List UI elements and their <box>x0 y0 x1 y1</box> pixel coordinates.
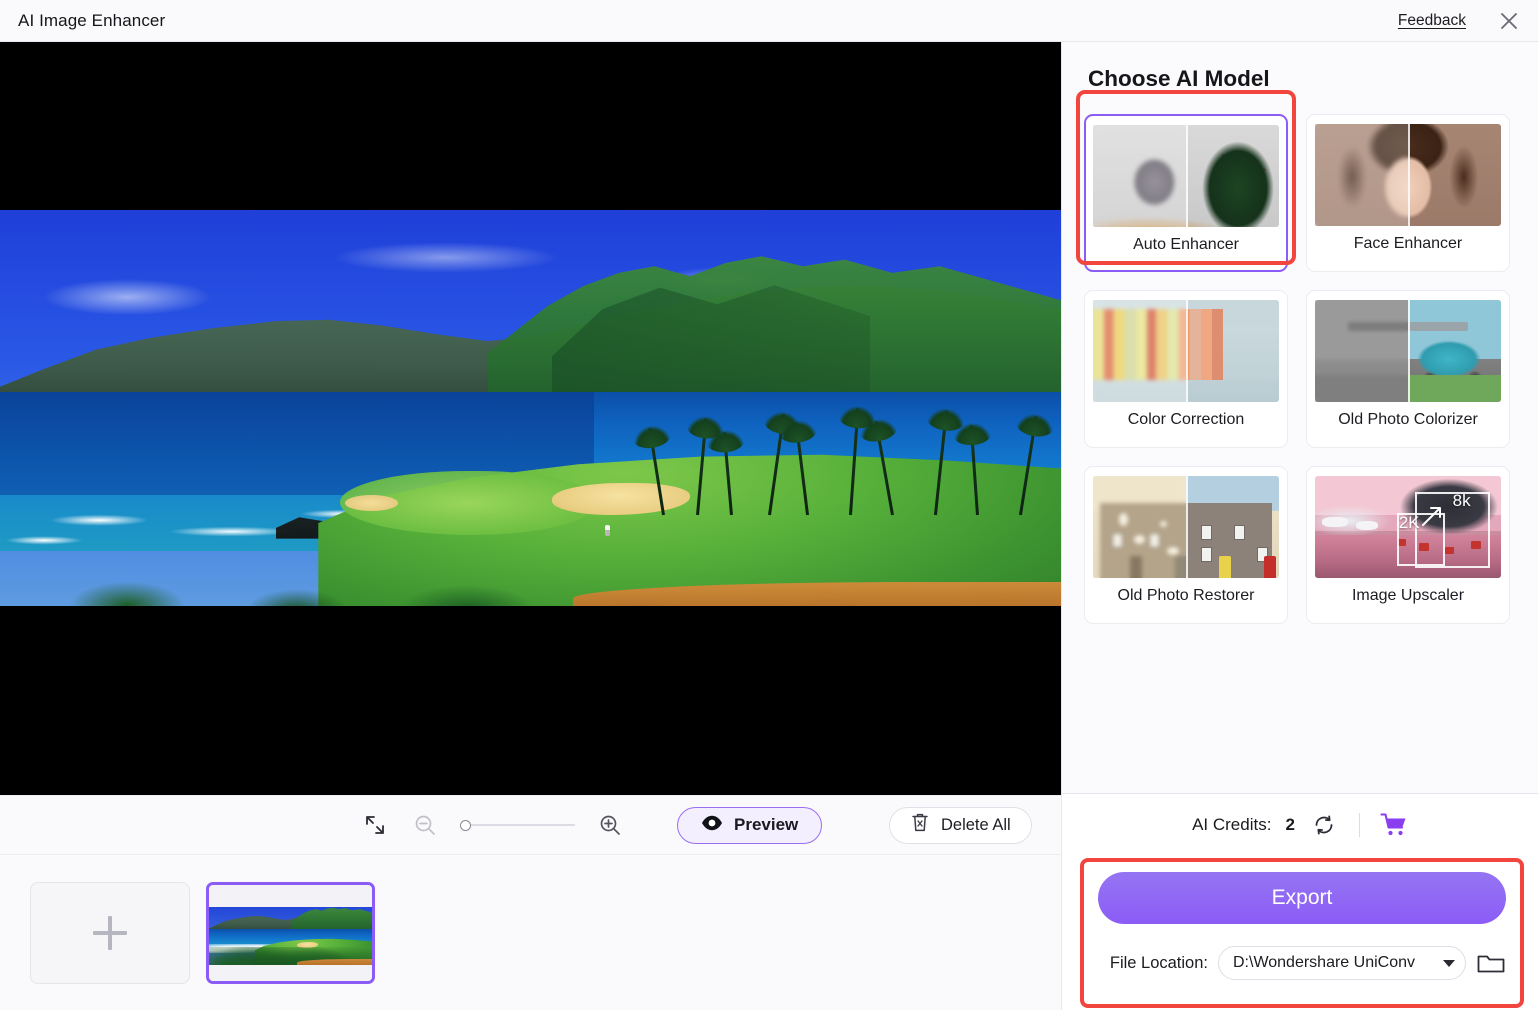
preview-button[interactable]: Preview <box>677 806 823 844</box>
model-thumbnail-colorful-town <box>1093 300 1279 402</box>
title-bar-actions: Feedback <box>1398 6 1524 36</box>
thumbnail-strip <box>0 855 1061 1010</box>
file-location-row: File Location: D:\Wondershare UniConv <box>1098 946 1506 980</box>
model-grid: Auto Enhancer Face Enhancer Color Correc… <box>1084 114 1516 624</box>
zoom-slider[interactable] <box>460 818 575 832</box>
model-card-auto-enhancer[interactable]: Auto Enhancer <box>1084 114 1288 272</box>
zoom-controls: Preview <box>360 806 823 844</box>
chevron-down-icon[interactable] <box>1443 959 1455 967</box>
add-image-button[interactable] <box>30 881 190 984</box>
page-title: Choose AI Model <box>1088 66 1270 91</box>
model-thumbnail-cat-christmas-tree <box>1093 125 1279 227</box>
credits-row: AI Credits: 2 <box>1062 794 1538 856</box>
model-thumbnail-woman-portrait <box>1315 124 1501 226</box>
models-area: Choose AI Model Auto Enhancer Face Enhan… <box>1062 42 1538 793</box>
zoom-slider-handle[interactable] <box>460 819 471 831</box>
file-location-value: D:\Wondershare UniConv <box>1233 954 1416 971</box>
main-body: Preview Delete All Choose AI Model Auto … <box>0 42 1538 1010</box>
model-thumbnail-snowy-village: 2K 8k <box>1315 476 1501 578</box>
export-button[interactable]: Export <box>1098 872 1506 924</box>
refresh-icon[interactable] <box>1309 810 1339 840</box>
model-label-color-correction: Color Correction <box>1127 411 1245 428</box>
model-card-face-enhancer[interactable]: Face Enhancer <box>1306 114 1510 272</box>
preview-button-label: Preview <box>734 815 799 834</box>
model-thumbnail-vintage-beetle-car <box>1315 300 1501 402</box>
canvas-toolbar: Preview Delete All <box>0 795 1061 855</box>
thumbnail-image <box>209 906 372 965</box>
divider <box>1358 813 1360 837</box>
model-label-face-enhancer: Face Enhancer <box>1353 235 1463 252</box>
plus-icon <box>93 915 127 950</box>
trash-icon <box>910 812 930 838</box>
ai-image-enhancer-window: AI Image Enhancer Feedback Preview Delet… <box>0 0 1538 1010</box>
model-thumbnail-old-brick-houses <box>1093 476 1279 578</box>
delete-all-label: Delete All <box>941 815 1011 834</box>
model-label-image-upscaler: Image Upscaler <box>1351 587 1465 604</box>
zoom-in-icon[interactable] <box>595 810 625 840</box>
editor-column: Preview Delete All <box>0 42 1062 1010</box>
model-card-old-photo-restorer[interactable]: Old Photo Restorer <box>1084 466 1288 624</box>
image-canvas[interactable] <box>0 42 1061 795</box>
upscale-badge-2k: 2K <box>1398 512 1420 532</box>
folder-icon[interactable] <box>1476 950 1506 976</box>
model-label-auto-enhancer: Auto Enhancer <box>1133 236 1239 253</box>
window-title: AI Image Enhancer <box>18 10 166 30</box>
shopping-cart-icon[interactable] <box>1380 812 1408 838</box>
model-label-old-photo-colorizer: Old Photo Colorizer <box>1338 411 1478 428</box>
thumbnail-item-0[interactable] <box>206 881 375 984</box>
file-location-select[interactable]: D:\Wondershare UniConv <box>1218 946 1466 980</box>
title-bar: AI Image Enhancer Feedback <box>0 0 1538 42</box>
fit-to-screen-icon[interactable] <box>360 810 390 840</box>
model-panel: Choose AI Model Auto Enhancer Face Enhan… <box>1062 42 1538 1010</box>
model-label-old-photo-restorer: Old Photo Restorer <box>1117 587 1255 604</box>
model-card-image-upscaler[interactable]: 2K 8k Image Upscaler <box>1306 466 1510 624</box>
feedback-link[interactable]: Feedback <box>1398 12 1466 30</box>
export-highlight-region: Export File Location: D:\Wondershare Uni… <box>1080 858 1524 1008</box>
zoom-out-icon[interactable] <box>410 810 440 840</box>
upscale-badge-8k: 8k <box>1452 491 1471 511</box>
export-footer: AI Credits: 2 Export File Location: D:\W… <box>1062 793 1538 1010</box>
delete-all-button[interactable]: Delete All <box>889 806 1032 844</box>
model-card-old-photo-colorizer[interactable]: Old Photo Colorizer <box>1306 290 1510 448</box>
preview-image <box>0 210 1061 606</box>
credits-value: 2 <box>1285 815 1295 834</box>
model-card-color-correction[interactable]: Color Correction <box>1084 290 1288 448</box>
eye-icon <box>701 815 723 836</box>
close-icon[interactable] <box>1494 6 1524 36</box>
file-location-label: File Location: <box>1109 953 1208 972</box>
upscale-arrow-icon <box>1419 503 1445 534</box>
credits-label: AI Credits: <box>1192 815 1272 834</box>
zoom-slider-track <box>468 824 575 826</box>
